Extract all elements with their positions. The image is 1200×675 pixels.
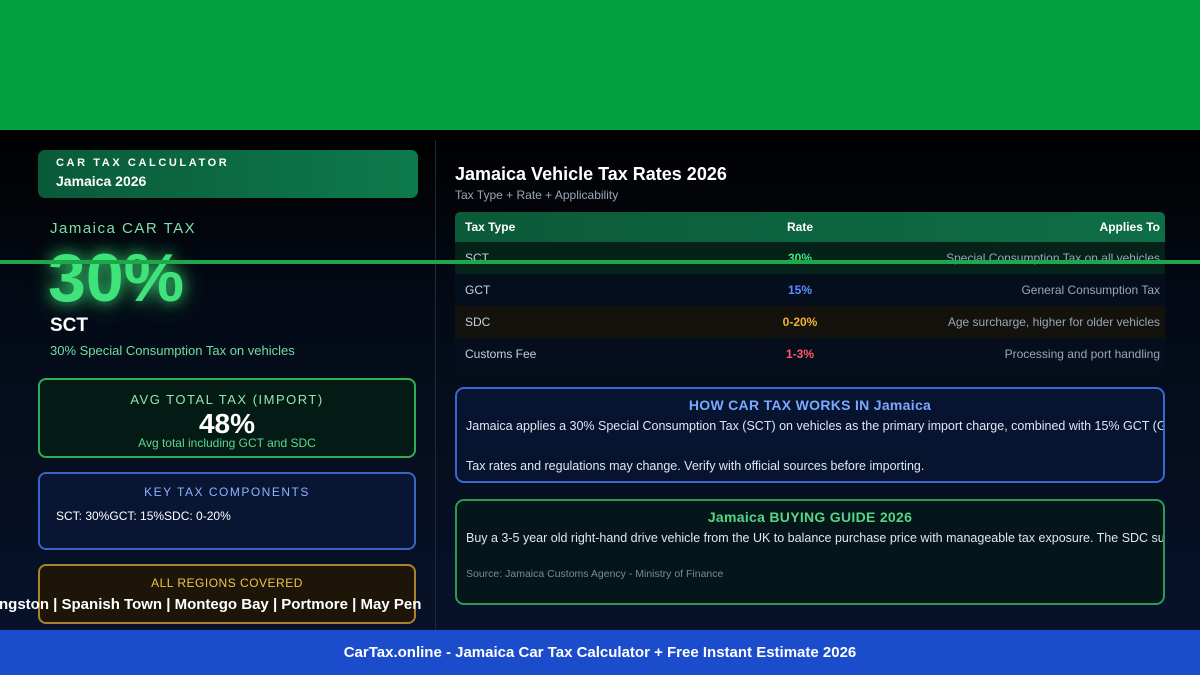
table-row: SDC 0-20% Age surcharge, higher for olde… <box>455 306 1165 338</box>
table-row: GCT 15% General Consumption Tax <box>455 274 1165 306</box>
how-title: HOW CAR TAX WORKS IN Jamaica <box>688 397 932 413</box>
tax-rates-table: Tax Type Rate Applies To SCT 30% Special… <box>455 212 1165 370</box>
key-card-label: KEY TAX COMPONENTS <box>144 485 310 499</box>
regions-card-label: ALL REGIONS COVERED <box>151 576 303 590</box>
header-rate: Rate <box>786 220 813 234</box>
avg-card-label: AVG TOTAL TAX (IMPORT) <box>130 392 324 407</box>
table-row: SCT 30% Special Consumption Tax on all v… <box>455 242 1165 274</box>
rates-title: Jamaica Vehicle Tax Rates 2026 <box>455 164 727 184</box>
buying-guide-box: Jamaica BUYING GUIDE 2026 Buy a 3-5 year… <box>455 499 1165 605</box>
how-text: Jamaica applies a 30% Special Consumptio… <box>466 419 1165 433</box>
how-note: Tax rates and regulations may change. Ve… <box>466 459 925 473</box>
hero-description: 30% Special Consumption Tax on vehicles <box>50 343 295 358</box>
avg-total-tax-card: AVG TOTAL TAX (IMPORT) 48% Avg total inc… <box>38 378 416 458</box>
regions-card: ALL REGIONS COVERED <box>38 564 416 624</box>
table-header: Tax Type Rate Applies To <box>455 212 1165 242</box>
regions-list: Kingston | Spanish Town | Montego Bay | … <box>0 596 422 613</box>
header-tax-type: Tax Type <box>465 220 516 234</box>
footer-banner: CarTax.online - Jamaica Car Tax Calculat… <box>0 630 1200 675</box>
row-tax-type: GCT <box>465 283 491 297</box>
top-banner <box>0 0 1200 130</box>
row-tax-type: SDC <box>465 315 491 329</box>
key-components-list: SCT: 30% GCT: 15% SDC: 0-20% <box>40 509 414 523</box>
row-applies-to: General Consumption Tax <box>1021 283 1160 297</box>
key-component-item: SCT: 30% <box>56 509 110 523</box>
accent-divider-line <box>0 260 1200 264</box>
row-rate: 1-3% <box>785 347 814 361</box>
header-applies-to: Applies To <box>1099 220 1160 234</box>
row-tax-type: Customs Fee <box>465 347 537 361</box>
how-it-works-box: HOW CAR TAX WORKS IN Jamaica Jamaica app… <box>455 387 1165 483</box>
footer-text: CarTax.online - Jamaica Car Tax Calculat… <box>343 644 857 661</box>
avg-card-value: 48% <box>198 408 256 439</box>
rates-subtitle: Tax Type + Rate + Applicability <box>455 188 619 202</box>
brand-kicker: CAR TAX CALCULATOR <box>56 157 230 169</box>
brand-title: Jamaica 2026 <box>56 173 147 189</box>
key-component-item: GCT: 15% <box>109 509 165 523</box>
column-divider <box>435 140 436 630</box>
hero-code: SCT <box>50 315 88 336</box>
hero-rate: 30% <box>48 240 185 316</box>
guide-text: Buy a 3-5 year old right-hand drive vehi… <box>466 531 1165 545</box>
guide-source: Source: Jamaica Customs Agency - Ministr… <box>466 568 724 580</box>
hero-label: Jamaica CAR TAX <box>50 220 197 237</box>
row-applies-to: Processing and port handling <box>1004 347 1160 361</box>
table-row: Customs Fee 1-3% Processing and port han… <box>455 338 1165 370</box>
key-components-card: KEY TAX COMPONENTS SCT: 30% GCT: 15% SDC… <box>38 472 416 550</box>
row-rate: 0-20% <box>782 315 818 329</box>
row-rate: 15% <box>787 283 813 297</box>
row-applies-to: Age surcharge, higher for older vehicles <box>947 315 1160 329</box>
guide-title: Jamaica BUYING GUIDE 2026 <box>707 509 913 525</box>
key-component-item: SDC: 0-20% <box>164 509 231 523</box>
avg-card-sub: Avg total including GCT and SDC <box>138 436 316 450</box>
brand-header: CAR TAX CALCULATOR Jamaica 2026 <box>38 150 418 198</box>
